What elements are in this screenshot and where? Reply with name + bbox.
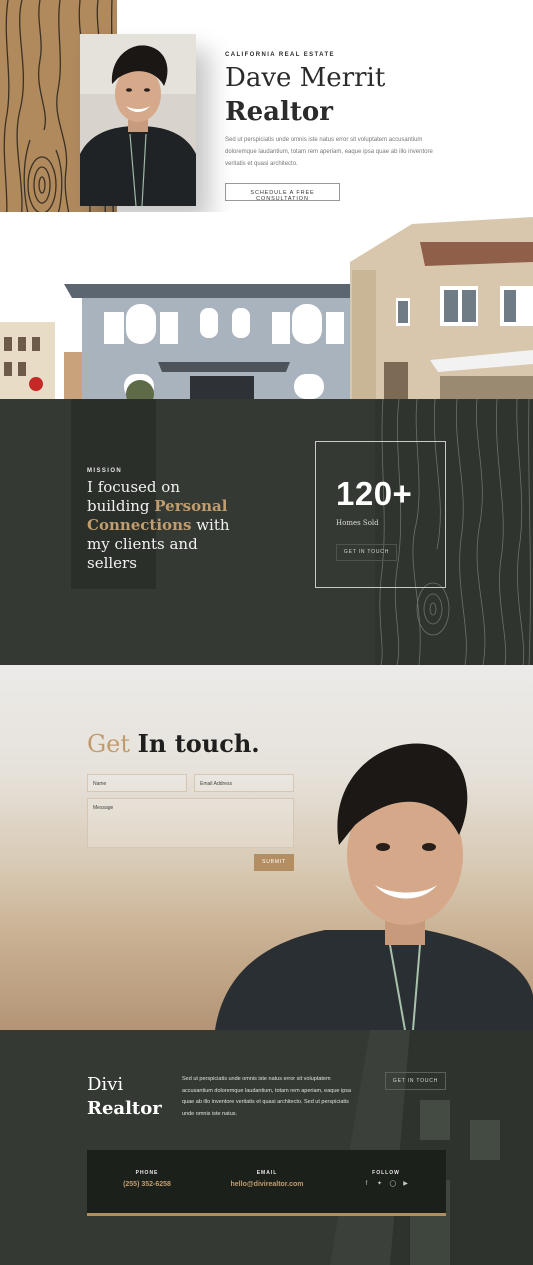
facebook-icon[interactable]: f	[364, 1181, 370, 1188]
mission-get-in-touch-button[interactable]: GET IN TOUCH	[336, 544, 397, 561]
houses-photo	[0, 212, 533, 399]
hero-section: CALIFORNIA REAL ESTATE Dave Merrit Realt…	[0, 0, 533, 399]
phone-label: PHONE	[135, 1170, 159, 1176]
hero-eyebrow: CALIFORNIA REAL ESTATE	[225, 52, 335, 58]
homes-sold-stat-box: 120+ Homes Sold GET IN TOUCH	[315, 441, 446, 588]
email-value[interactable]: hello@divirealtor.com	[217, 1181, 317, 1188]
mission-section: MISSION I focused on building Personal C…	[0, 399, 533, 665]
contact-title-dark: In touch.	[137, 729, 260, 758]
hero-text-block: CALIFORNIA REAL ESTATE Dave Merrit Realt…	[225, 52, 485, 205]
follow-info: FOLLOW f ✦ ◯ ▶	[346, 1170, 426, 1188]
social-icons: f ✦ ◯ ▶	[346, 1181, 426, 1188]
realtor-portrait-photo	[80, 34, 196, 206]
email-field[interactable]: Email Address	[194, 774, 294, 792]
footer-brand-line1: Divi	[87, 1074, 124, 1095]
hero-description: Sed ut perspiciatis unde omnis iste natu…	[225, 137, 433, 167]
contact-title: Get In touch.	[87, 729, 260, 758]
instagram-icon[interactable]: ◯	[390, 1181, 397, 1188]
phone-value[interactable]: (255) 352-6258	[107, 1181, 187, 1188]
twitter-icon[interactable]: ✦	[377, 1181, 383, 1188]
hero-name: Dave Merrit	[225, 63, 386, 93]
youtube-icon[interactable]: ▶	[403, 1181, 409, 1188]
homes-sold-count: 120+	[336, 475, 413, 512]
message-field[interactable]: Message	[87, 798, 294, 848]
footer-description: Sed ut perspiciatis unde omnis iste natu…	[182, 1076, 352, 1117]
follow-label: FOLLOW	[372, 1170, 400, 1176]
footer-section: Divi Realtor Sed ut perspiciatis unde om…	[0, 1030, 533, 1265]
phone-info: PHONE (255) 352-6258	[107, 1170, 187, 1188]
name-field[interactable]: Name	[87, 774, 187, 792]
email-info: EMAIL hello@divirealtor.com	[217, 1170, 317, 1188]
email-label: EMAIL	[256, 1170, 278, 1176]
mission-eyebrow: MISSION	[87, 468, 123, 474]
submit-button[interactable]: SUBMIT	[254, 854, 294, 871]
mission-statement: I focused on building Personal Connectio…	[87, 478, 247, 573]
schedule-consultation-button[interactable]: SCHEDULE A FREE CONSULTATION	[225, 183, 340, 202]
contact-title-light: Get	[87, 730, 131, 758]
contact-section: Get In touch. Name Email Address Message…	[0, 665, 533, 1030]
footer-get-in-touch-button[interactable]: GET IN TOUCH	[385, 1072, 446, 1090]
homes-sold-label: Homes Sold	[336, 519, 379, 527]
footer-brand-line2: Realtor	[87, 1098, 162, 1119]
building-background-photo	[330, 1030, 533, 1265]
hero-title: Realtor	[225, 97, 333, 127]
contact-info-bar: PHONE (255) 352-6258 EMAIL hello@divirea…	[87, 1150, 446, 1216]
